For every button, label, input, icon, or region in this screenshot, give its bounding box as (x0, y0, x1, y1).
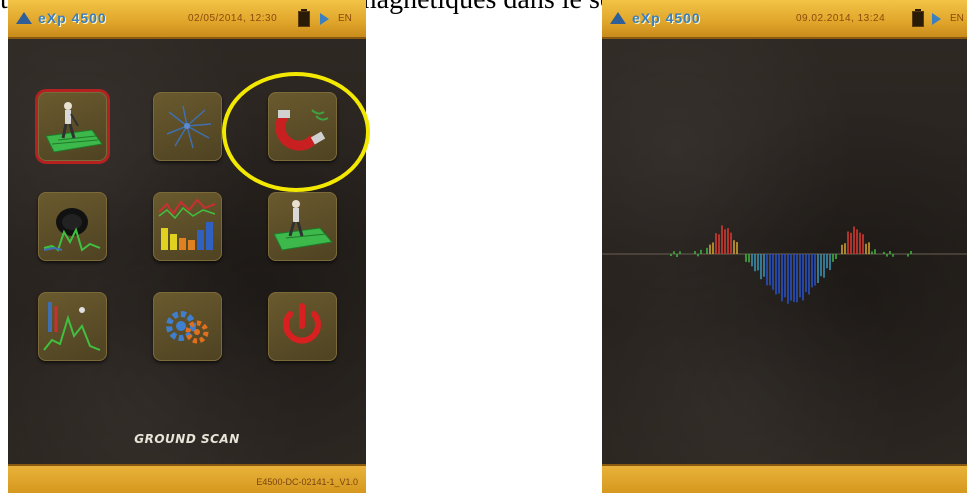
bar-graph-icon (158, 198, 216, 250)
walking-person-on-grid-icon (45, 102, 103, 153)
footer-bar: E4500-DC-02141-1_V1.0 (8, 464, 366, 493)
language-indicator[interactable]: EN (338, 13, 352, 24)
brand-text: eXp 4500 (38, 10, 107, 26)
brand-arrow-icon (16, 12, 32, 24)
left-device-screen: eXp 4500 02/05/2014, 12:30 EN GROUND SCA… (8, 0, 366, 493)
ground-scan-2-mode-button[interactable] (268, 192, 337, 261)
datetime-text: 02/05/2014, 12:30 (188, 13, 278, 24)
power-off-button[interactable] (268, 292, 337, 361)
status-bar: eXp 4500 02/05/2014, 12:30 EN (8, 0, 366, 39)
horseshoe-magnet-icon (275, 109, 329, 151)
gear-icon (166, 311, 209, 344)
pinpointer-mode-button[interactable] (38, 292, 107, 361)
signal-peak-icon (43, 302, 101, 351)
walking-person-on-grid-icon (273, 200, 333, 251)
current-mode-label: GROUND SCAN (134, 432, 240, 446)
play-icon[interactable] (320, 13, 329, 25)
magnetometer-mode-button[interactable] (268, 92, 337, 161)
power-icon (283, 303, 321, 344)
firmware-version: E4500-DC-02141-1_V1.0 (256, 477, 358, 487)
discrimination-mode-button[interactable] (153, 92, 222, 161)
cavity-wave-icon (43, 208, 101, 252)
radar-burst-icon (166, 105, 212, 149)
footer-bar (602, 464, 967, 493)
magnetometer-signal-graph (602, 225, 967, 304)
tunnel-scan-mode-button[interactable] (38, 192, 107, 261)
live-stream-mode-button[interactable] (153, 192, 222, 261)
brand-logo: eXp 4500 (16, 10, 107, 26)
battery-icon (298, 9, 310, 27)
right-device-screen: eXp 4500 09.02.2014, 13:24 EN (602, 0, 967, 493)
ground-scan-mode-button[interactable] (38, 92, 107, 161)
settings-button[interactable] (153, 292, 222, 361)
